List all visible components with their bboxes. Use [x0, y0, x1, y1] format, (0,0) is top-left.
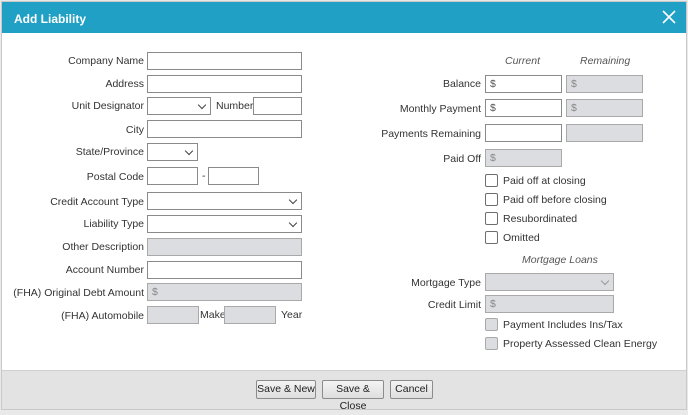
fha-automobile-input	[147, 306, 199, 324]
fha-automobile-label: (FHA) Automobile	[61, 310, 144, 322]
monthly-payment-label: Monthly Payment	[399, 103, 481, 115]
company-name-input[interactable]	[147, 52, 302, 70]
dialog-footer: Save & New Save & Close Cancel	[2, 370, 686, 412]
number-input[interactable]	[253, 97, 302, 115]
property-assessed-clean-energy-checkbox	[485, 337, 498, 350]
make-label: Make	[200, 309, 226, 321]
balance-remaining-input: $	[566, 75, 643, 93]
state-province-select[interactable]	[147, 143, 198, 161]
payment-includes-ins-tax-checkbox	[485, 318, 498, 331]
mortgage-type-select	[485, 273, 614, 291]
paid-off-before-closing-checkbox[interactable]	[485, 193, 498, 206]
other-description-label: Other Description	[62, 241, 144, 253]
other-description-input	[147, 238, 302, 256]
paid-off-input: $	[485, 149, 562, 167]
dialog-titlebar: Add Liability	[2, 2, 686, 33]
omitted-label: Omitted	[503, 232, 540, 244]
account-number-label: Account Number	[65, 264, 144, 276]
cancel-button[interactable]: Cancel	[390, 380, 433, 399]
dialog-body: Company Name Address Unit Designator Num…	[2, 33, 686, 370]
currency-prefix: $	[152, 286, 158, 298]
credit-limit-input: $	[485, 295, 614, 313]
paid-off-at-closing-label: Paid off at closing	[503, 175, 586, 187]
monthly-payment-remaining-input: $	[566, 99, 643, 117]
address-input[interactable]	[147, 75, 302, 93]
mortgage-loans-header: Mortgage Loans	[522, 254, 598, 266]
liability-type-select[interactable]	[147, 215, 302, 233]
monthly-payment-current-input[interactable]: $	[485, 99, 562, 117]
account-number-input[interactable]	[147, 261, 302, 279]
save-and-close-button[interactable]: Save & Close	[322, 380, 384, 412]
current-column-header: Current	[505, 55, 541, 67]
add-liability-dialog: Add Liability Company Name Address Unit …	[1, 1, 687, 412]
payments-remaining-label: Payments Remaining	[381, 128, 481, 140]
postal-code-label: Postal Code	[86, 171, 144, 183]
year-label: Year	[281, 309, 303, 321]
payment-includes-ins-tax-label: Payment Includes Ins/Tax	[503, 319, 623, 331]
resubordinated-checkbox[interactable]	[485, 212, 498, 225]
postal-code-ext-input[interactable]	[208, 167, 259, 185]
property-assessed-clean-energy-label: Property Assessed Clean Energy	[503, 338, 658, 350]
state-province-label: State/Province	[75, 146, 144, 158]
dialog-title: Add Liability	[14, 12, 86, 26]
paid-off-at-closing-checkbox[interactable]	[485, 174, 498, 187]
paid-off-label: Paid Off	[443, 153, 481, 165]
unit-designator-select[interactable]	[147, 97, 211, 115]
close-icon[interactable]	[660, 8, 678, 26]
make-input	[224, 306, 276, 324]
credit-limit-label: Credit Limit	[427, 299, 481, 311]
currency-prefix: $	[571, 78, 577, 90]
balance-current-input[interactable]: $	[485, 75, 562, 93]
credit-account-type-select[interactable]	[147, 192, 302, 210]
city-input[interactable]	[147, 120, 302, 138]
company-name-label: Company Name	[68, 55, 144, 67]
address-label: Address	[105, 78, 144, 90]
postal-code-dash: -	[202, 170, 206, 182]
mortgage-type-label: Mortgage Type	[411, 277, 481, 289]
remaining-column-header: Remaining	[580, 55, 631, 67]
currency-prefix: $	[490, 152, 496, 164]
paid-off-before-closing-label: Paid off before closing	[503, 194, 607, 206]
currency-prefix: $	[490, 78, 496, 90]
resubordinated-label: Resubordinated	[503, 213, 578, 225]
liability-type-label: Liability Type	[83, 218, 144, 230]
currency-prefix: $	[490, 102, 496, 114]
fha-original-debt-amount-label: (FHA) Original Debt Amount	[13, 287, 144, 299]
balance-label: Balance	[443, 78, 481, 90]
credit-account-type-label: Credit Account Type	[50, 196, 144, 208]
currency-prefix: $	[490, 298, 496, 310]
omitted-checkbox[interactable]	[485, 231, 498, 244]
save-and-new-button[interactable]: Save & New	[256, 380, 316, 399]
postal-code-input[interactable]	[147, 167, 198, 185]
unit-designator-label: Unit Designator	[71, 100, 144, 112]
city-label: City	[125, 124, 144, 136]
fha-original-debt-amount-input: $	[147, 283, 302, 301]
currency-prefix: $	[571, 102, 577, 114]
payments-remaining-remaining-input	[566, 124, 643, 142]
number-label: Number	[216, 100, 254, 112]
payments-remaining-current-input[interactable]	[485, 124, 562, 142]
